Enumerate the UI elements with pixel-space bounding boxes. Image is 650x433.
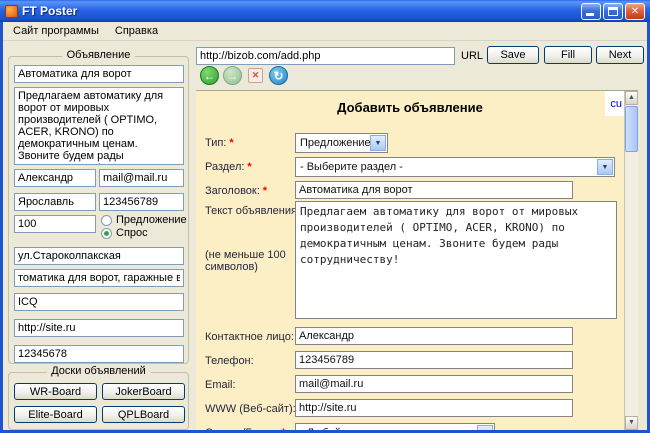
radio-demand-circle xyxy=(101,228,112,239)
page-scrollbar[interactable]: ▲ ▼ xyxy=(624,91,638,430)
type-select[interactable]: Предложение ▼ xyxy=(295,133,388,153)
phone-input[interactable] xyxy=(99,193,184,211)
headline-input[interactable] xyxy=(295,181,573,199)
region-select[interactable]: - Любой регион - ▼ xyxy=(295,423,495,430)
boards-groupbox: Доски объявлений WR-Board JokerBoard Eli… xyxy=(8,372,189,430)
scroll-down-icon[interactable]: ▼ xyxy=(625,416,638,430)
boards-group-title: Доски объявлений xyxy=(46,365,151,377)
menu-bar: Сайт программы Справка xyxy=(3,22,647,41)
forward-button[interactable]: → xyxy=(223,66,242,85)
contact-label: Контактное лицо: xyxy=(205,331,294,343)
radio-offer[interactable]: Предложение xyxy=(101,214,187,226)
email-input[interactable] xyxy=(99,169,184,187)
ad-groupbox: Объявление Предлагаем автоматику для вор… xyxy=(8,56,189,364)
ad-description-textarea[interactable]: Предлагаем автоматику для ворот от миров… xyxy=(14,87,184,165)
type-label: Тип:* xyxy=(205,137,234,149)
email-page-input[interactable] xyxy=(295,375,573,393)
browser-pane: cu Добавить объявление Тип:* Предложение… xyxy=(196,90,638,430)
board-joker-button[interactable]: JokerBoard xyxy=(102,383,185,400)
www-page-input[interactable] xyxy=(295,399,573,417)
ad-title-input[interactable] xyxy=(14,65,184,83)
app-window: FT Poster ✕ Сайт программы Справка Объяв… xyxy=(0,0,650,433)
icq-input[interactable] xyxy=(14,293,184,311)
address-input[interactable] xyxy=(14,247,184,265)
required-mark: * xyxy=(263,185,267,197)
www-label: WWW (Веб-сайт): xyxy=(205,403,296,415)
close-button[interactable]: ✕ xyxy=(625,3,645,20)
keywords-input[interactable] xyxy=(14,269,184,287)
next-button[interactable]: Next xyxy=(596,46,644,64)
city-input[interactable] xyxy=(14,193,96,211)
minimize-icon xyxy=(586,13,594,16)
radio-demand-label: Спрос xyxy=(116,227,148,239)
refresh-button[interactable]: ↻ xyxy=(269,66,288,85)
page-title: Добавить объявление xyxy=(196,100,624,115)
back-icon: ← xyxy=(204,69,216,83)
adtext-textarea[interactable]: Предлагаем автоматику для ворот от миров… xyxy=(295,201,617,319)
fill-button[interactable]: Fill xyxy=(544,46,592,64)
forward-icon: → xyxy=(227,69,239,83)
required-mark: * xyxy=(229,137,233,149)
section-select[interactable]: - Выберите раздел - ▼ xyxy=(295,157,615,177)
radio-offer-label: Предложение xyxy=(116,214,187,226)
chevron-down-icon: ▼ xyxy=(370,135,386,151)
website-input[interactable] xyxy=(14,319,184,337)
back-button[interactable]: ← xyxy=(200,66,219,85)
ad-group-title: Объявление xyxy=(62,49,136,61)
stop-icon: ✕ xyxy=(252,70,260,80)
scroll-up-icon[interactable]: ▲ xyxy=(625,91,638,105)
section-label: Раздел:* xyxy=(205,161,252,173)
minimize-button[interactable] xyxy=(581,3,601,20)
headline-label: Заголовок:* xyxy=(205,185,267,197)
phone-label: Телефон: xyxy=(205,355,254,367)
board-wr-button[interactable]: WR-Board xyxy=(14,383,97,400)
close-icon: ✕ xyxy=(631,6,639,17)
contact-name-input[interactable] xyxy=(14,169,96,187)
app-icon xyxy=(5,5,18,18)
chevron-down-icon: ▼ xyxy=(597,159,613,175)
board-elite-button[interactable]: Elite-Board xyxy=(14,406,97,423)
type-select-value: Предложение xyxy=(300,137,371,149)
window-border-left xyxy=(0,22,3,433)
adtext-label: Текст объявления:* xyxy=(205,205,307,217)
board-qpl-button[interactable]: QPLBoard xyxy=(102,406,185,423)
section-select-value: - Выберите раздел - xyxy=(300,161,403,173)
radio-demand[interactable]: Спрос xyxy=(101,227,148,239)
url-label: URL xyxy=(461,50,483,62)
save-button[interactable]: Save xyxy=(487,46,539,64)
maximize-icon xyxy=(608,7,618,16)
required-mark: * xyxy=(247,161,251,173)
adtext-note: (не меньше 100 символов) xyxy=(205,249,293,273)
price-input[interactable] xyxy=(14,215,96,233)
maximize-button[interactable] xyxy=(603,3,623,20)
title-bar: FT Poster ✕ xyxy=(0,0,650,22)
radio-offer-circle xyxy=(101,215,112,226)
url-input[interactable] xyxy=(196,47,455,65)
email-label: Email: xyxy=(205,379,236,391)
icq-number-input[interactable] xyxy=(14,345,184,363)
menu-help[interactable]: Справка xyxy=(107,23,166,39)
refresh-icon: ↻ xyxy=(273,69,283,83)
scrollbar-thumb[interactable] xyxy=(625,106,638,152)
window-title: FT Poster xyxy=(22,4,77,18)
menu-site[interactable]: Сайт программы xyxy=(5,23,107,39)
stop-button[interactable]: ✕ xyxy=(248,68,263,83)
phone-page-input[interactable] xyxy=(295,351,573,369)
contact-page-input[interactable] xyxy=(295,327,573,345)
